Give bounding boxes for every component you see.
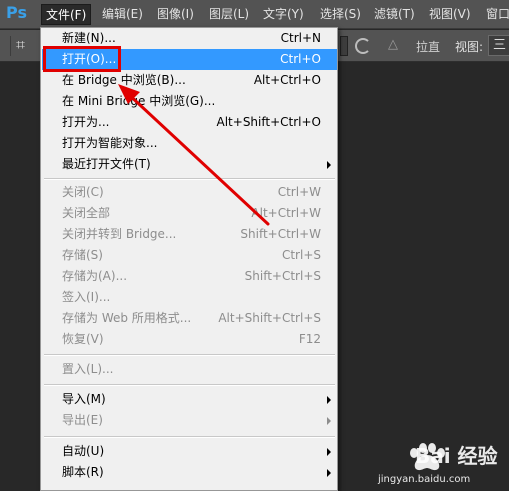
menu-item-save-as[interactable]: 存储为(A)... Shift+Ctrl+S	[42, 266, 337, 287]
menu-item-export[interactable]: 导出(E)	[42, 410, 337, 431]
file-menu-dropdown: 新建(N)... Ctrl+N 打开(O)... Ctrl+O 在 Bridge…	[40, 27, 338, 491]
view-dropdown-value: 三	[493, 38, 507, 53]
menu-image[interactable]: 图像(I)	[153, 4, 198, 25]
menu-file[interactable]: 文件(F)	[41, 4, 92, 25]
menu-item-scripts[interactable]: 脚本(R)	[42, 462, 337, 483]
menu-item-import[interactable]: 导入(M)	[42, 389, 337, 410]
menu-item-close-all[interactable]: 关闭全部 Alt+Ctrl+W	[42, 203, 337, 224]
menu-item-check-in[interactable]: 签入(I)...	[42, 287, 337, 308]
menu-view[interactable]: 视图(V)	[425, 4, 475, 25]
menu-item-close[interactable]: 关闭(C) Ctrl+W	[42, 182, 337, 203]
menu-item-open-as[interactable]: 打开为... Alt+Shift+Ctrl+O	[42, 112, 337, 133]
menu-layer[interactable]: 图层(L)	[205, 4, 253, 25]
crop-icon[interactable]: ⌗	[16, 35, 36, 55]
annotation-highlight-box	[43, 46, 121, 72]
menu-item-automate[interactable]: 自动(U)	[42, 441, 337, 462]
menu-item-save-for-web[interactable]: 存储为 Web 所用格式... Alt+Shift+Ctrl+S	[42, 308, 337, 329]
menu-bar: Ps 文件(F) 编辑(E) 图像(I) 图层(L) 文字(Y) 选择(S) 滤…	[0, 0, 509, 29]
submenu-arrow-icon	[327, 396, 331, 404]
menu-item-save[interactable]: 存储(S) Ctrl+S	[42, 245, 337, 266]
menu-item-place[interactable]: 置入(L)...	[42, 359, 337, 380]
menu-edit[interactable]: 编辑(E)	[98, 4, 147, 25]
menu-type[interactable]: 文字(Y)	[259, 4, 308, 25]
submenu-arrow-icon	[327, 417, 331, 425]
menu-item-close-go-bridge[interactable]: 关闭并转到 Bridge... Shift+Ctrl+W	[42, 224, 337, 245]
submenu-arrow-icon	[327, 469, 331, 477]
menu-item-open-smart-object[interactable]: 打开为智能对象...	[42, 133, 337, 154]
rotate-icon[interactable]	[355, 38, 371, 54]
options-input[interactable]	[340, 36, 348, 56]
submenu-arrow-icon	[327, 448, 331, 456]
submenu-arrow-icon	[327, 161, 331, 169]
options-divider	[10, 36, 11, 56]
menu-separator	[44, 354, 335, 356]
menu-item-revert[interactable]: 恢复(V) F12	[42, 329, 337, 350]
view-dropdown[interactable]: 三	[488, 35, 509, 56]
view-label: 视图:	[455, 40, 484, 54]
menu-separator	[44, 436, 335, 438]
menu-item-recent-files[interactable]: 最近打开文件(T)	[42, 154, 337, 175]
tools-panel	[0, 63, 40, 491]
watermark-url: jingyan.baidu.com	[378, 474, 471, 485]
menu-select[interactable]: 选择(S)	[316, 4, 365, 25]
menu-window[interactable]: 窗口	[482, 4, 509, 25]
menu-item-browse-mini-bridge[interactable]: 在 Mini Bridge 中浏览(G)...	[42, 91, 337, 112]
menu-item-browse-bridge[interactable]: 在 Bridge 中浏览(B)... Alt+Ctrl+O	[42, 70, 337, 91]
menu-separator	[44, 178, 335, 180]
photoshop-logo: Ps	[6, 3, 27, 22]
straighten-button[interactable]: 拉直	[416, 38, 440, 55]
straighten-icon[interactable]: △	[388, 37, 404, 53]
watermark-brand: Bai 经验	[415, 444, 498, 468]
menu-filter[interactable]: 滤镜(T)	[370, 4, 419, 25]
menu-separator	[44, 384, 335, 386]
